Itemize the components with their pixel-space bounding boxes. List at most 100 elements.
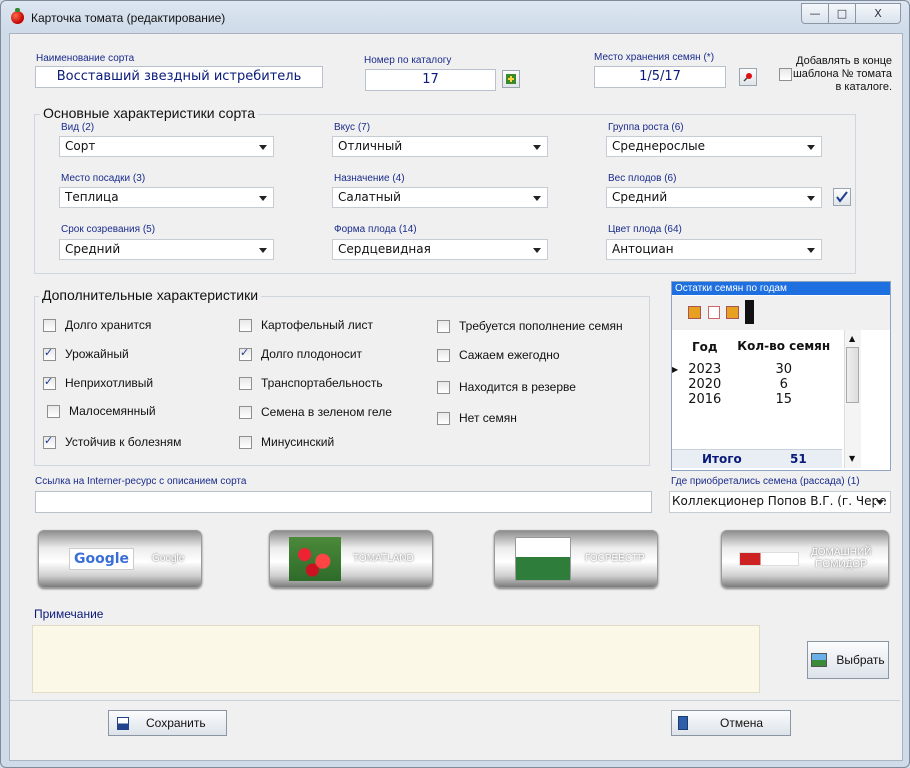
checkmark-icon — [836, 191, 848, 203]
fruit-weight-label: Вес плодов (6) — [608, 173, 677, 184]
checkbox-reserve-box[interactable] — [437, 380, 450, 394]
divider — [10, 700, 900, 701]
google-search-button[interactable]: Google Google — [38, 530, 202, 588]
planting-place-label: Место посадки (3) — [61, 173, 146, 184]
checkbox-long-storage-box[interactable] — [43, 318, 56, 332]
checkbox-disease-resistant[interactable]: Устойчив к болезням — [43, 434, 181, 449]
checkbox-unpretentious-box[interactable] — [43, 375, 56, 390]
checkbox-long-fruiting-box[interactable] — [239, 346, 252, 361]
tomatland-button-label: TOMATLAND — [353, 553, 414, 564]
link-input[interactable] — [35, 491, 652, 513]
total-value: 51 — [790, 452, 807, 466]
taste-select[interactable]: Отличный — [332, 136, 548, 157]
checkbox-disease-resistant-box[interactable] — [43, 434, 56, 449]
table-row[interactable]: 2016 15 — [672, 392, 842, 407]
checkbox-minusinsky-box[interactable] — [239, 435, 252, 449]
fruit-shape-select[interactable]: Сердцевидная — [332, 239, 548, 260]
fruit-weight-confirm-button[interactable] — [833, 188, 851, 206]
catalog-number-input[interactable]: 17 — [365, 69, 496, 91]
seeds-scrollbar[interactable]: ▲ ▼ — [844, 330, 861, 468]
append-template-box[interactable] — [779, 68, 792, 81]
checkbox-no-seeds-box[interactable] — [437, 411, 450, 425]
planting-place-select[interactable]: Теплица — [59, 187, 274, 208]
select-image-button[interactable]: Выбрать — [807, 641, 889, 679]
checkbox-green-gel-box[interactable] — [239, 405, 252, 419]
tomatland-button[interactable]: TOMATLAND — [269, 530, 433, 588]
checkbox-needs-seeds-box[interactable] — [437, 319, 450, 333]
scroll-thumb[interactable] — [846, 347, 859, 403]
scroll-up-icon[interactable]: ▲ — [849, 334, 855, 343]
storage-pin-button[interactable] — [739, 68, 757, 86]
checkbox-plant-yearly[interactable]: Сажаем ежегодно — [437, 348, 560, 362]
checkbox-few-seeds[interactable]: Малосемянный — [47, 404, 156, 418]
fruit-color-select[interactable]: Антоциан — [606, 239, 822, 260]
row-year: 2023 — [688, 362, 722, 377]
exit-door-icon — [678, 716, 688, 730]
minimize-button[interactable]: — — [801, 3, 829, 24]
gosreestr-button[interactable]: ГОСРЕЕСТР — [494, 530, 658, 588]
checkbox-potato-leaf[interactable]: Картофельный лист — [239, 318, 373, 332]
checkbox-unpretentious-label: Неприхотливый — [65, 376, 154, 390]
checkbox-productive[interactable]: Урожайный — [43, 346, 129, 361]
record-scroll-handle[interactable] — [745, 300, 754, 324]
storage-input[interactable]: 1/5/17 — [594, 66, 726, 88]
checkbox-transportable[interactable]: Транспортабельность — [239, 376, 383, 390]
checkbox-unpretentious[interactable]: Неприхотливый — [43, 375, 154, 390]
checkbox-reserve[interactable]: Находится в резерве — [437, 380, 576, 394]
checkbox-green-gel[interactable]: Семена в зеленом геле — [239, 405, 392, 419]
minimize-icon: — — [809, 7, 821, 20]
add-record-icon[interactable] — [688, 306, 701, 319]
checkbox-long-fruiting[interactable]: Долго плодоносит — [239, 346, 362, 361]
growth-group-select[interactable]: Среднерослые — [606, 136, 822, 157]
close-button[interactable]: X — [856, 3, 901, 24]
save-button[interactable]: Сохранить — [108, 710, 227, 736]
note-textarea[interactable] — [32, 625, 760, 693]
variety-input[interactable]: Восставший звездный истребитель — [35, 66, 323, 88]
source-select[interactable]: Коллекционер Попов В.Г. (г. Чере — [669, 491, 891, 513]
checkbox-productive-box[interactable] — [43, 346, 56, 361]
row-count: 30 — [775, 362, 793, 377]
seeds-panel-title: Остатки семян по годам — [672, 282, 890, 295]
append-template-label: Добавлять в конце шаблона № томата в кат… — [792, 55, 892, 93]
tomatland-image — [289, 537, 341, 581]
purpose-select[interactable]: Салатный — [332, 187, 548, 208]
domashniy-pomidor-button[interactable]: ДОМАШНИЙ ПОМИДОР — [721, 530, 889, 588]
checkbox-plant-yearly-box[interactable] — [437, 348, 450, 362]
copy-record-icon[interactable] — [726, 306, 739, 319]
scroll-down-icon[interactable]: ▼ — [849, 454, 855, 463]
save-button-label: Сохранить — [146, 716, 206, 730]
gosreestr-button-label: ГОСРЕЕСТР — [585, 553, 645, 564]
row-year: 2020 — [688, 377, 722, 392]
row-count: 6 — [779, 377, 788, 392]
domashniy-button-label: ДОМАШНИЙ ПОМИДОР — [811, 547, 872, 570]
growth-group-value: Среднерослые — [612, 139, 705, 153]
append-template-checkbox[interactable] — [779, 68, 792, 81]
checkbox-potato-leaf-box[interactable] — [239, 318, 252, 332]
domashniy-pomidor-logo — [739, 552, 799, 566]
table-row[interactable]: ▶ 2023 30 — [672, 362, 842, 377]
checkbox-long-storage[interactable]: Долго хранится — [43, 318, 151, 332]
type-value: Сорт — [65, 139, 96, 153]
checkbox-productive-label: Урожайный — [65, 347, 129, 361]
chevron-down-icon — [807, 145, 815, 150]
extra-characteristics-title: Дополнительные характеристики — [39, 287, 262, 303]
select-button-label: Выбрать — [836, 653, 885, 667]
checkbox-few-seeds-box[interactable] — [47, 404, 60, 418]
chevron-down-icon — [533, 248, 541, 253]
checkbox-transportable-box[interactable] — [239, 376, 252, 390]
checkbox-minusinsky[interactable]: Минусинский — [239, 435, 334, 449]
save-icon — [117, 716, 129, 730]
type-select[interactable]: Сорт — [59, 136, 274, 157]
cancel-button[interactable]: Отмена — [671, 710, 791, 736]
ripening-select[interactable]: Средний — [59, 239, 274, 260]
fruit-weight-select[interactable]: Средний — [606, 187, 822, 208]
maximize-button[interactable]: □ — [829, 3, 856, 24]
checkbox-no-seeds[interactable]: Нет семян — [437, 411, 517, 425]
google-logo: Google — [69, 548, 135, 570]
catalog-number-button[interactable] — [502, 70, 520, 88]
checkbox-needs-seeds[interactable]: Требуется пополнение семян — [437, 319, 623, 333]
checkbox-potato-leaf-label: Картофельный лист — [261, 318, 374, 332]
edit-record-icon[interactable] — [708, 306, 720, 319]
table-row[interactable]: 2020 6 — [672, 377, 842, 392]
source-label: Где приобретались семена (рассада) (1) — [671, 476, 860, 487]
